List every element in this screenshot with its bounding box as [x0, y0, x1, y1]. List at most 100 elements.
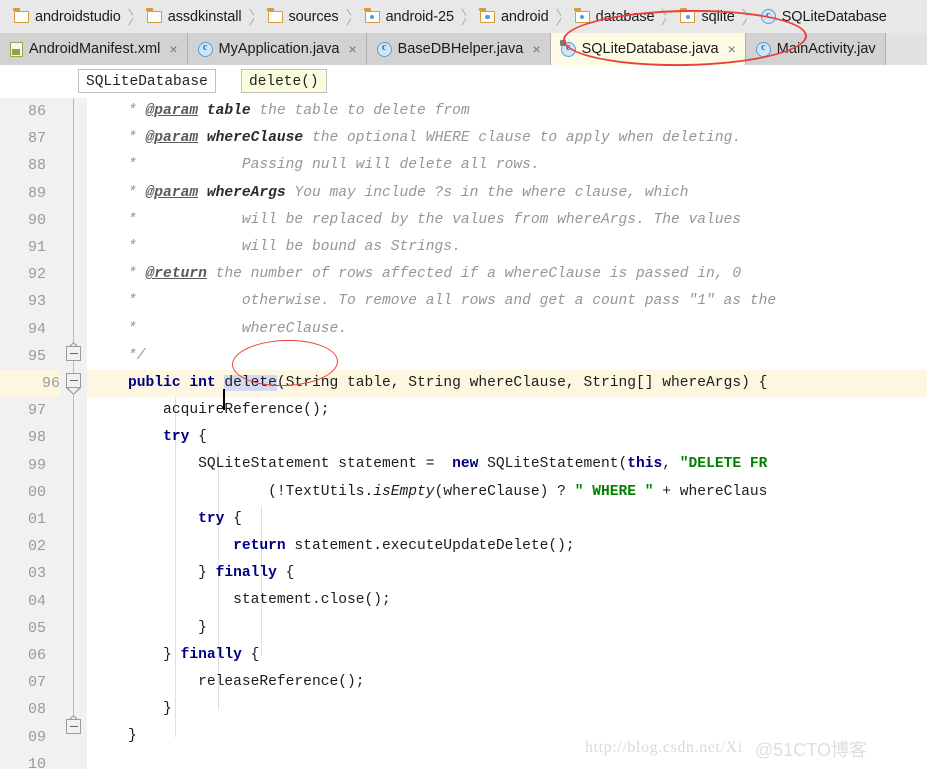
breadcrumb-item-androidstudio[interactable]: androidstudio: [0, 0, 133, 33]
line-number: 95: [27, 347, 46, 365]
tab-androidmanifest-xml[interactable]: AndroidManifest.xml ×: [0, 33, 188, 65]
line-number: 03: [27, 565, 46, 583]
structure-breadcrumb: SQLiteDatabase delete(): [0, 65, 927, 99]
tab-basedbhelper-java[interactable]: BaseDBHelper.java ×: [366, 33, 551, 65]
breadcrumb-item-sqlitedatabase[interactable]: SQLiteDatabase: [746, 0, 899, 33]
line-number: 94: [27, 320, 46, 338]
ide-window: androidstudio assdkinstall sources andro…: [0, 0, 927, 769]
code-line-95[interactable]: */: [87, 343, 927, 370]
breadcrumb-item-android[interactable]: android: [465, 0, 561, 33]
breadcrumb-item-assdkinstall[interactable]: assdkinstall: [132, 0, 254, 33]
fold-collapse-button-comment[interactable]: [66, 346, 81, 361]
fold-region-line: [73, 395, 74, 718]
breadcrumb-label: SQLiteDatabase: [781, 8, 887, 25]
line-number: 93: [27, 293, 46, 311]
code-line-89[interactable]: * @param whereArgs You may include ?s in…: [87, 180, 927, 207]
code-line-88[interactable]: * Passing null will delete all rows.: [87, 152, 927, 179]
code-line-98[interactable]: try {: [87, 424, 927, 451]
code-line-86[interactable]: * @param table the table to delete from: [87, 98, 927, 125]
breadcrumb-label: sqlite: [701, 8, 735, 25]
tab-sqlitedatabase-java[interactable]: SQLiteDatabase.java ×: [550, 33, 746, 65]
java-class-icon: [376, 41, 392, 57]
java-class-icon: [755, 41, 771, 57]
breadcrumb-item-sqlite[interactable]: sqlite: [666, 0, 747, 33]
tab-label: BaseDBHelper.java: [397, 41, 524, 57]
code-line-96[interactable]: public int delete(String table, String w…: [87, 369, 927, 410]
code-line-104[interactable]: statement.close();: [87, 587, 927, 614]
line-number: 90: [27, 211, 46, 229]
code-line-93[interactable]: * otherwise. To remove all rows and get …: [87, 288, 927, 315]
code-line-94[interactable]: * whereClause.: [87, 316, 927, 343]
tab-label: SQLiteDatabase.java: [581, 41, 719, 57]
code-line-90[interactable]: * will be replaced by the values from wh…: [87, 207, 927, 234]
tab-label: MainActivity.jav: [776, 41, 876, 57]
code-line-100[interactable]: (!TextUtils.isEmpty(whereClause) ? " WHE…: [87, 479, 927, 506]
code-line-107[interactable]: releaseReference();: [87, 669, 927, 696]
line-number: 00: [27, 483, 46, 501]
breadcrumb-item-database[interactable]: database: [560, 0, 667, 33]
fold-collapse-button-method[interactable]: [66, 373, 81, 388]
line-number: 87: [27, 130, 46, 148]
line-number: 05: [27, 619, 46, 637]
code-text-area[interactable]: * @param table the table to delete from …: [87, 98, 927, 769]
tab-myapplication-java[interactable]: MyApplication.java ×: [187, 33, 367, 65]
tab-label: AndroidManifest.xml: [29, 41, 161, 57]
fold-region-line: [73, 361, 74, 373]
close-icon[interactable]: ×: [348, 42, 356, 56]
close-icon[interactable]: ×: [728, 42, 736, 56]
package-folder-icon: [679, 7, 696, 23]
line-number: 89: [27, 184, 46, 202]
code-line-97[interactable]: acquireReference();: [87, 397, 927, 424]
close-icon[interactable]: ×: [532, 42, 540, 56]
code-line-92[interactable]: * @return the number of rows affected if…: [87, 261, 927, 288]
breadcrumb-label: assdkinstall: [167, 8, 242, 25]
line-number: 07: [27, 674, 46, 692]
folder-icon: [266, 7, 283, 23]
code-line-102[interactable]: return statement.executeUpdateDelete();: [87, 533, 927, 560]
fold-collapse-button-class[interactable]: [66, 719, 81, 734]
editor-tab-bar: AndroidManifest.xml × MyApplication.java…: [0, 33, 927, 66]
breadcrumb-item-android-25[interactable]: android-25: [350, 0, 466, 33]
code-folding-strip: [60, 98, 88, 769]
structure-class-chip[interactable]: SQLiteDatabase: [78, 69, 216, 93]
breadcrumb-label: sources: [288, 8, 339, 25]
line-number: 01: [27, 511, 46, 528]
code-line-105[interactable]: }: [87, 615, 927, 642]
line-number-gutter: 86 87 88 89 90 91 92 93 94 95 96 97 98 9…: [0, 98, 60, 769]
selected-identifier[interactable]: delete: [224, 374, 277, 391]
breadcrumb: androidstudio assdkinstall sources andro…: [0, 0, 927, 34]
breadcrumb-label: database: [595, 8, 655, 25]
code-line-91[interactable]: * will be bound as Strings.: [87, 234, 927, 261]
tab-label: MyApplication.java: [218, 41, 340, 57]
structure-method-chip[interactable]: delete(): [241, 69, 327, 93]
close-icon[interactable]: ×: [169, 42, 177, 56]
code-line-103[interactable]: } finally {: [87, 560, 927, 587]
folder-icon: [13, 7, 29, 23]
line-number: 08: [27, 701, 46, 719]
line-number: 96: [0, 370, 60, 398]
code-line-101[interactable]: try {: [87, 506, 927, 533]
folder-icon: [146, 7, 162, 23]
line-number: 91: [27, 239, 46, 256]
line-number: 10: [27, 755, 46, 769]
java-class-icon: [559, 39, 576, 57]
code-line-108[interactable]: }: [87, 696, 927, 723]
breadcrumb-label: android: [500, 8, 549, 25]
line-number: 02: [27, 538, 46, 556]
breadcrumb-label: android-25: [385, 8, 454, 25]
java-class-icon: [760, 9, 776, 24]
breadcrumb-item-sources[interactable]: sources: [253, 0, 351, 33]
package-folder-icon: [479, 7, 495, 23]
code-line-87[interactable]: * @param whereClause the optional WHERE …: [87, 125, 927, 152]
line-number: 09: [27, 728, 46, 746]
watermark-url: http://blog.csdn.net/Xi: [585, 739, 743, 756]
code-line-99[interactable]: SQLiteStatement statement = new SQLiteSt…: [87, 451, 927, 478]
line-number: 98: [27, 429, 46, 447]
code-line-106[interactable]: } finally {: [87, 642, 927, 669]
line-number: 04: [27, 592, 46, 610]
fold-region-end-marker[interactable]: [66, 388, 81, 395]
line-number: 97: [27, 402, 46, 420]
tab-mainactivity-java[interactable]: MainActivity.jav: [745, 33, 886, 65]
watermark-site: @51CTO博客: [755, 740, 867, 760]
package-folder-icon: [574, 7, 590, 23]
